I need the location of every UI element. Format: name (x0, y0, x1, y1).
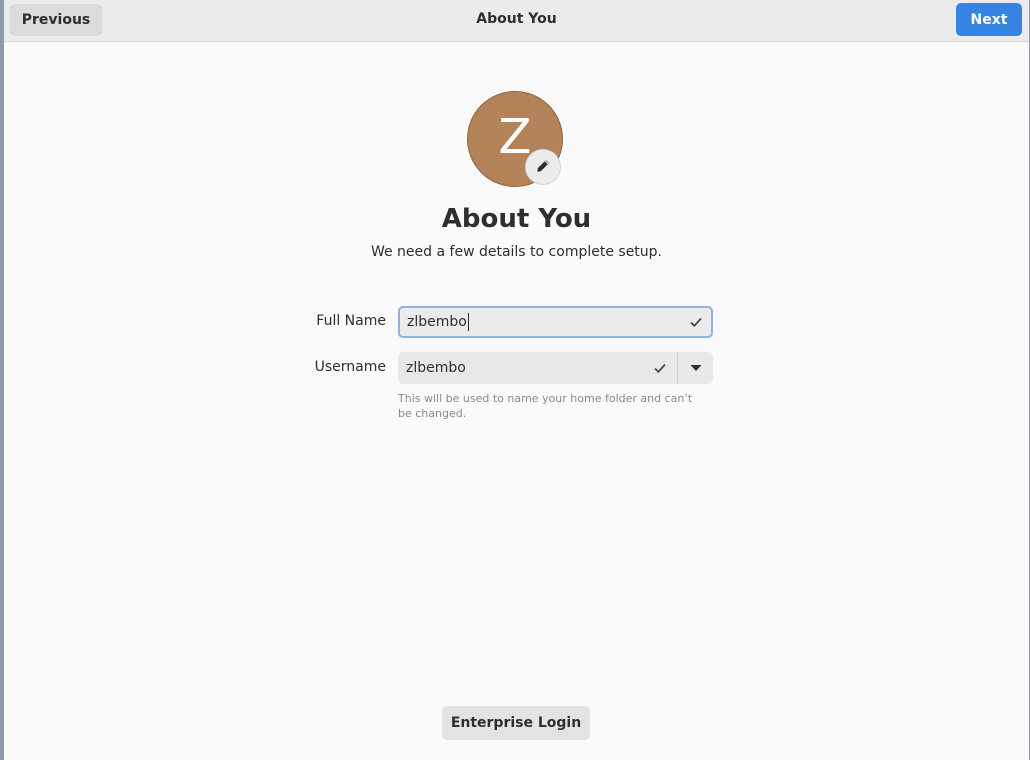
username-combo: zlbembo (398, 352, 713, 384)
username-dropdown-button[interactable] (678, 352, 713, 384)
full-name-value: zlbembo (407, 314, 467, 330)
avatar-edit-button[interactable] (525, 149, 561, 185)
page-subtitle: We need a few details to complete setup. (370, 244, 663, 260)
header-bar: Previous About You Next (4, 0, 1029, 42)
text-cursor (467, 313, 469, 331)
username-hint: This will be used to name your home fold… (398, 392, 693, 420)
full-name-value-wrap: zlbembo (407, 308, 469, 336)
check-icon (689, 308, 703, 336)
full-name-label: Full Name (316, 313, 386, 329)
previous-button[interactable]: Previous (10, 4, 102, 36)
page-title: About You (441, 204, 592, 234)
next-button[interactable]: Next (956, 3, 1022, 36)
chevron-down-icon (690, 360, 702, 376)
pencil-icon (536, 158, 550, 177)
window-title: About You (476, 11, 557, 27)
username-label: Username (314, 359, 386, 375)
username-field[interactable]: zlbembo (406, 352, 466, 384)
enterprise-login-button[interactable]: Enterprise Login (442, 706, 590, 740)
username-value: zlbembo (406, 360, 466, 376)
full-name-field[interactable]: zlbembo (398, 306, 713, 338)
avatar-initial: Z (498, 109, 532, 165)
setup-window: Previous About You Next Z About You We n… (4, 0, 1029, 760)
check-icon (653, 352, 667, 384)
